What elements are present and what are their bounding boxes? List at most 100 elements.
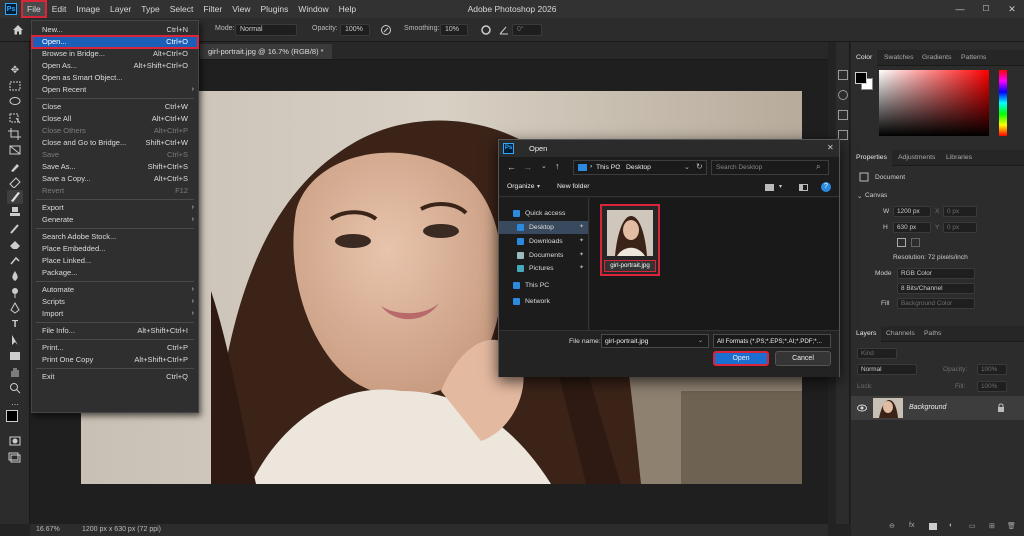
screen-mode-icon[interactable] bbox=[7, 452, 23, 466]
layer-blend-mode[interactable]: Normal bbox=[857, 364, 917, 375]
quick-mask-icon[interactable] bbox=[7, 435, 23, 449]
tab-layers[interactable]: Layers bbox=[851, 326, 882, 342]
file-menu-item-new[interactable]: New... Ctrl+N bbox=[32, 24, 198, 36]
tab-libraries[interactable]: Libraries bbox=[941, 150, 977, 166]
tab-gradients[interactable]: Gradients bbox=[917, 50, 956, 66]
new-folder-button[interactable]: New folder bbox=[557, 183, 590, 190]
color-foreground-swatch[interactable] bbox=[855, 72, 867, 84]
view-dropdown-icon[interactable]: ▾ bbox=[779, 183, 782, 190]
tab-swatches[interactable]: Swatches bbox=[879, 50, 918, 66]
help-icon[interactable]: ? bbox=[821, 182, 831, 192]
file-menu-item-close[interactable]: Close Ctrl+W bbox=[32, 101, 198, 113]
file-menu-item-search-adobe-stock[interactable]: Search Adobe Stock... bbox=[32, 231, 198, 243]
file-menu-item-close-all[interactable]: Close All Alt+Ctrl+W bbox=[32, 113, 198, 125]
gradient-tool-icon[interactable] bbox=[7, 254, 23, 268]
eyedropper-tool-icon[interactable] bbox=[7, 160, 23, 174]
crop-tool-icon[interactable] bbox=[7, 128, 23, 142]
sidebar-item-pictures[interactable]: Pictures ✦ bbox=[499, 262, 588, 275]
y-field[interactable]: 0 px bbox=[943, 222, 977, 233]
maximize-icon[interactable]: ☐ bbox=[976, 0, 996, 18]
height-field[interactable]: 630 px bbox=[893, 222, 931, 233]
file-menu-item-automate[interactable]: Automate › bbox=[32, 284, 198, 296]
color-picker-field[interactable] bbox=[879, 70, 989, 136]
tab-properties[interactable]: Properties bbox=[851, 150, 892, 166]
portrait-orientation-icon[interactable] bbox=[897, 238, 906, 247]
menu-select[interactable]: Select bbox=[165, 0, 199, 18]
open-button[interactable]: Open bbox=[713, 351, 769, 366]
blur-tool-icon[interactable] bbox=[7, 270, 23, 284]
sidebar-item-this-pc[interactable]: This PC bbox=[499, 279, 588, 292]
layer-filter-kind[interactable]: Kind bbox=[857, 348, 897, 359]
file-menu-item-close-others[interactable]: Close Others Alt+Ctrl+P bbox=[32, 125, 198, 137]
fill-select[interactable]: Background Color bbox=[897, 298, 975, 309]
sidebar-item-desktop[interactable]: Desktop ✦ bbox=[499, 221, 588, 234]
smoothing-options-icon[interactable] bbox=[480, 24, 492, 36]
character-panel-icon[interactable] bbox=[838, 110, 848, 120]
file-menu-item-browse-in-bridge[interactable]: Browse in Bridge... Alt+Ctrl+O bbox=[32, 48, 198, 60]
menu-help[interactable]: Help bbox=[334, 0, 361, 18]
landscape-orientation-icon[interactable] bbox=[911, 238, 920, 247]
change-view-icon[interactable] bbox=[765, 184, 774, 191]
marquee-tool-icon[interactable] bbox=[7, 80, 23, 94]
menu-filter[interactable]: Filter bbox=[198, 0, 227, 18]
layer-row-background[interactable]: Background bbox=[851, 396, 1024, 420]
menu-plugins[interactable]: Plugins bbox=[255, 0, 293, 18]
angle-icon[interactable] bbox=[498, 24, 510, 36]
menu-edit[interactable]: Edit bbox=[47, 0, 72, 18]
file-name-input[interactable]: girl-portrait.jpg ⌄ bbox=[601, 334, 709, 348]
hand-tool-icon[interactable] bbox=[7, 366, 23, 380]
breadcrumb-this-pc[interactable]: This PC bbox=[596, 164, 620, 171]
cancel-button[interactable]: Cancel bbox=[775, 351, 831, 366]
sidebar-item-documents[interactable]: Documents ✦ bbox=[499, 249, 588, 262]
file-menu-item-print-one-copy[interactable]: Print One Copy Alt+Shift+Ctrl+P bbox=[32, 354, 198, 366]
tab-color[interactable]: Color bbox=[851, 50, 878, 66]
document-tab[interactable]: girl-portrait.jpg @ 16.7% (RGB/8) * bbox=[200, 44, 332, 59]
angle-field[interactable]: 0° bbox=[512, 24, 542, 36]
back-arrow-icon[interactable]: ← bbox=[507, 162, 516, 172]
file-menu-item-save-a-copy[interactable]: Save a Copy... Alt+Ctrl+S bbox=[32, 173, 198, 185]
pen-tool-icon[interactable] bbox=[7, 301, 23, 316]
width-field[interactable]: 1200 px bbox=[893, 206, 931, 217]
file-menu-item-save-as[interactable]: Save As... Shift+Ctrl+S bbox=[32, 161, 198, 173]
forward-arrow-icon[interactable]: → bbox=[523, 162, 532, 172]
mode-select[interactable]: Normal bbox=[235, 24, 297, 36]
refresh-icon[interactable]: ↻ bbox=[696, 162, 703, 171]
foreground-color-swatch[interactable] bbox=[6, 410, 18, 422]
file-menu-item-close-and-go-to-bridge[interactable]: Close and Go to Bridge... Shift+Ctrl+W bbox=[32, 137, 198, 149]
sidebar-item-downloads[interactable]: Downloads ✦ bbox=[499, 235, 588, 248]
shape-tool-icon[interactable] bbox=[7, 350, 23, 364]
breadcrumb-desktop[interactable]: Desktop bbox=[626, 164, 651, 171]
delete-layer-icon[interactable]: 🗑 bbox=[1007, 522, 1016, 530]
add-mask-icon[interactable] bbox=[929, 523, 937, 530]
file-name-dropdown-icon[interactable]: ⌄ bbox=[698, 337, 703, 344]
layer-visibility-icon[interactable] bbox=[857, 404, 867, 412]
preview-pane-icon[interactable] bbox=[799, 184, 808, 191]
file-menu-item-package[interactable]: Package... bbox=[32, 267, 198, 279]
menu-type[interactable]: Type bbox=[136, 0, 164, 18]
file-item-girl-portrait[interactable]: girl-portrait.jpg bbox=[600, 204, 660, 276]
lasso-tool-icon[interactable] bbox=[7, 96, 23, 110]
file-menu-item-open-recent[interactable]: Open Recent › bbox=[32, 84, 198, 96]
tab-adjustments[interactable]: Adjustments bbox=[893, 150, 940, 166]
layer-opacity-field[interactable]: 100% bbox=[977, 364, 1007, 375]
path-select-tool-icon[interactable] bbox=[7, 334, 23, 348]
file-menu-item-print[interactable]: Print... Ctrl+P bbox=[32, 342, 198, 354]
x-field[interactable]: 0 px bbox=[943, 206, 977, 217]
move-tool-icon[interactable]: ✥ bbox=[7, 64, 23, 78]
brush-tool-icon[interactable] bbox=[7, 190, 23, 204]
new-layer-icon[interactable]: ⊞ bbox=[989, 522, 995, 530]
file-menu-item-revert[interactable]: Revert F12 bbox=[32, 185, 198, 197]
canvas-toggle-icon[interactable]: ⌄ bbox=[857, 192, 863, 200]
file-menu-item-exit[interactable]: Exit Ctrl+Q bbox=[32, 371, 198, 383]
sidebar-item-quick-access[interactable]: Quick access bbox=[499, 207, 588, 220]
file-menu-item-place-linked[interactable]: Place Linked... bbox=[32, 255, 198, 267]
file-menu-item-open-as-smart-object[interactable]: Open as Smart Object... bbox=[32, 72, 198, 84]
dialog-close-icon[interactable]: ✕ bbox=[827, 143, 834, 152]
layer-style-icon[interactable]: fx bbox=[909, 522, 914, 529]
tab-patterns[interactable]: Patterns bbox=[956, 50, 991, 66]
new-group-icon[interactable]: ▭ bbox=[969, 522, 976, 530]
file-menu-item-save[interactable]: Save Ctrl+S bbox=[32, 149, 198, 161]
type-tool-icon[interactable]: T bbox=[7, 318, 23, 332]
file-menu-item-file-info[interactable]: File Info... Alt+Shift+Ctrl+I bbox=[32, 325, 198, 337]
minimize-icon[interactable]: — bbox=[950, 0, 970, 18]
